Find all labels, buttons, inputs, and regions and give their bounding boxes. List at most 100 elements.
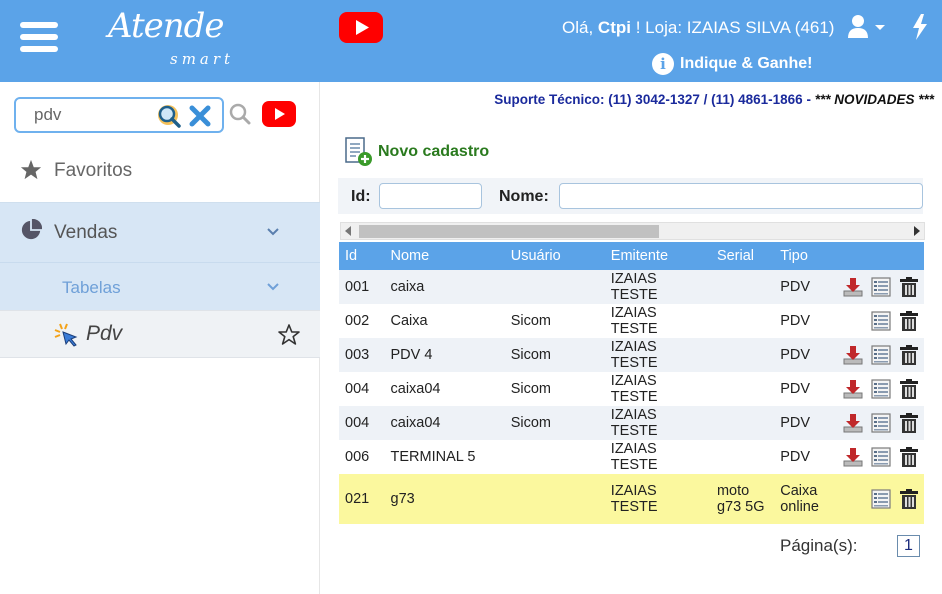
scroll-thumb[interactable]: [359, 225, 659, 238]
sidebar-item-vendas[interactable]: Vendas: [0, 202, 320, 262]
download-icon[interactable]: [842, 447, 864, 467]
download-placeholder: [842, 489, 864, 509]
column-header[interactable]: Usuário: [505, 242, 605, 270]
logo[interactable]: Atende smart: [108, 6, 243, 72]
top-bar: Atende smart Olá, Ctpi ! Loja: IZAIAS SI…: [0, 0, 942, 82]
horizontal-scrollbar[interactable]: [340, 222, 925, 240]
download-icon[interactable]: [842, 413, 864, 433]
user-icon[interactable]: [848, 14, 888, 40]
download-icon[interactable]: [842, 277, 864, 297]
search-icon[interactable]: [156, 103, 182, 129]
column-header[interactable]: Tipo: [774, 242, 830, 270]
cell-tipo: Caixa online: [780, 483, 819, 515]
cell-id: 001: [345, 279, 370, 295]
cell-nome: g73: [390, 491, 415, 507]
filter-name-label: Nome:: [499, 188, 549, 205]
support-phones: Suporte Técnico: (11) 3042-1327 / (11) 4…: [494, 92, 815, 107]
cell-tipo: PDV: [780, 449, 811, 465]
row-actions: [830, 270, 924, 304]
sidebar-item-favoritos[interactable]: Favoritos: [0, 144, 320, 199]
list-icon[interactable]: [870, 311, 892, 331]
menu-search-box: [14, 97, 224, 133]
table-body: 001 caixa IZAIAS TESTE PDV 002 Caixa Sicom IZAI…: [339, 270, 924, 524]
new-register-button[interactable]: Novo cadastro: [342, 136, 489, 168]
page-button[interactable]: 1: [897, 535, 920, 557]
table-row[interactable]: 002 Caixa Sicom IZAIAS TESTE PDV: [339, 304, 924, 338]
list-icon[interactable]: [870, 379, 892, 399]
menu-search-input[interactable]: [34, 105, 154, 125]
info-icon: i: [652, 53, 674, 75]
download-icon[interactable]: [842, 379, 864, 399]
list-icon[interactable]: [870, 277, 892, 297]
close-icon[interactable]: [188, 104, 212, 128]
cell-serial: [711, 406, 774, 440]
column-header[interactable]: Serial: [711, 242, 774, 270]
cell-tipo: PDV: [780, 279, 811, 295]
table-row[interactable]: 004 caixa04 Sicom IZAIAS TESTE PDV: [339, 372, 924, 406]
trash-icon[interactable]: [898, 345, 920, 365]
sidebar-item-pdv[interactable]: Pdv: [0, 310, 320, 358]
cell-serial: [711, 304, 774, 338]
chevron-down-icon: [267, 228, 279, 236]
indique-label: Indique & Ganhe!: [680, 55, 813, 72]
pie-chart-icon: [21, 219, 42, 240]
news-link[interactable]: *** NOVIDADES ***: [815, 92, 934, 107]
scroll-right-arrow[interactable]: [914, 226, 920, 236]
column-header[interactable]: Emitente: [605, 242, 711, 270]
search-icon[interactable]: [229, 103, 251, 125]
column-header[interactable]: Nome: [385, 242, 505, 270]
cell-id: 004: [345, 415, 370, 431]
cell-nome: Caixa: [390, 313, 428, 329]
trash-icon[interactable]: [898, 447, 920, 467]
cell-nome: TERMINAL 5: [390, 449, 476, 465]
table-header-row: Id Nome Usuário Emitente Serial Tipo: [339, 242, 924, 270]
cell-usuario: Sicom: [510, 313, 552, 329]
paging-label: Página(s):: [780, 536, 858, 555]
list-icon[interactable]: [870, 345, 892, 365]
trash-icon[interactable]: [898, 311, 920, 331]
row-actions: [830, 406, 924, 440]
new-document-icon: [345, 137, 372, 166]
list-icon[interactable]: [870, 447, 892, 467]
row-actions: [830, 474, 924, 524]
cell-usuario: [505, 270, 605, 304]
logo-sub-text: smart: [170, 50, 235, 68]
cell-usuario: [505, 474, 605, 524]
sidebar-item-tabelas[interactable]: Tabelas: [0, 262, 320, 310]
sidebar: Favoritos Vendas Tabelas Pdv: [0, 82, 320, 594]
hamburger-menu-icon[interactable]: [20, 22, 58, 52]
scroll-left-arrow[interactable]: [345, 226, 351, 236]
star-icon[interactable]: [277, 323, 301, 347]
column-header[interactable]: Id: [339, 242, 385, 270]
youtube-icon[interactable]: [339, 12, 383, 43]
download-icon[interactable]: [842, 345, 864, 365]
trash-icon[interactable]: [898, 379, 920, 399]
indique-ganhe-link[interactable]: i Indique & Ganhe!: [652, 52, 812, 76]
cell-tipo: PDV: [780, 313, 811, 329]
table-row[interactable]: 004 caixa04 Sicom IZAIAS TESTE PDV: [339, 406, 924, 440]
filter-id-input[interactable]: [379, 183, 482, 209]
list-icon[interactable]: [870, 489, 892, 509]
bolt-icon[interactable]: [910, 14, 930, 40]
trash-icon[interactable]: [898, 489, 920, 509]
list-icon[interactable]: [870, 413, 892, 433]
download-placeholder: [842, 311, 864, 331]
greeting-prefix: Olá,: [562, 18, 594, 37]
cell-usuario: Sicom: [510, 381, 552, 397]
youtube-icon[interactable]: [262, 101, 296, 127]
trash-icon[interactable]: [898, 277, 920, 297]
cell-usuario: Sicom: [510, 415, 552, 431]
table-row[interactable]: 001 caixa IZAIAS TESTE PDV: [339, 270, 924, 304]
trash-icon[interactable]: [898, 413, 920, 433]
cell-nome: caixa: [390, 279, 425, 295]
cell-emitente: IZAIAS TESTE: [610, 373, 658, 405]
filter-name-input[interactable]: [559, 183, 923, 209]
click-icon: [54, 323, 78, 347]
star-icon: [20, 159, 42, 180]
cell-serial: [711, 270, 774, 304]
table-row[interactable]: 006 TERMINAL 5 IZAIAS TESTE PDV: [339, 440, 924, 474]
table-row[interactable]: 003 PDV 4 Sicom IZAIAS TESTE PDV: [339, 338, 924, 372]
table-row[interactable]: 021 g73 IZAIAS TESTE moto g73 5G Caixa onlin…: [339, 474, 924, 524]
sidebar-item-label: Tabelas: [62, 278, 121, 297]
cell-emitente: IZAIAS TESTE: [610, 271, 658, 303]
